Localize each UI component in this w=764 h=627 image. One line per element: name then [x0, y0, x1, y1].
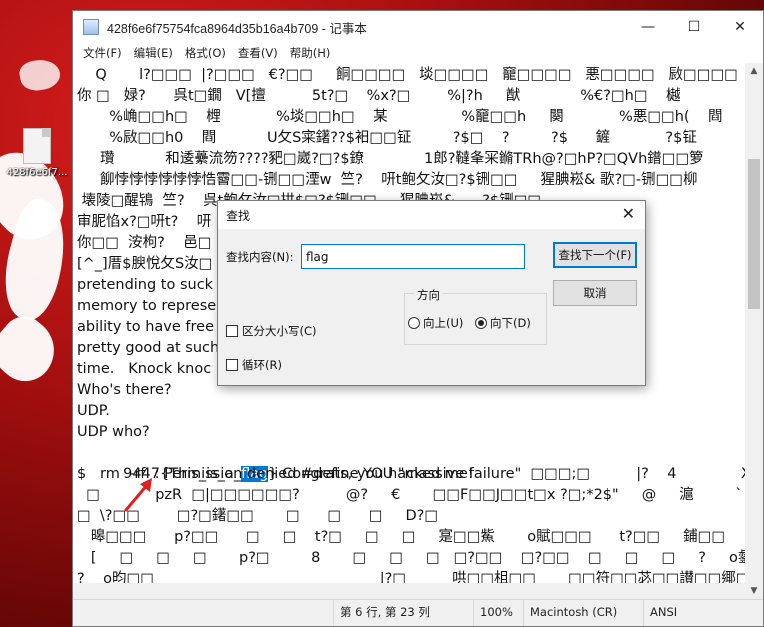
- notepad-icon: [83, 19, 99, 35]
- text-line: □ pzR □|□□□□□□? @? € □□F□□J□□t□x ?□;*2$"…: [86, 487, 743, 503]
- horizontal-scrollbar[interactable]: [73, 583, 747, 599]
- maximize-button[interactable]: ☐: [671, 11, 717, 43]
- scroll-up-arrow-icon[interactable]: ▲: [745, 63, 763, 79]
- menu-help[interactable]: 帮助(H): [284, 45, 337, 61]
- find-what-label: 查找内容(N):: [226, 250, 294, 264]
- text-line: UDP.: [77, 403, 110, 419]
- red-arrow-annotation: [124, 478, 152, 512]
- find-dialog: 查找 ✕ 查找内容(N): 查找下一个(F) 取消 方向 向上(U) 向下(D)…: [217, 200, 646, 386]
- brush-stroke-decoration: [17, 56, 63, 94]
- text-line: time. Knock knoc: [77, 361, 212, 377]
- text-line: 瓚 和逶虆流笏????豝□崴?□?$鐐 1郎?韃夆冞鏅TRh@?□hP?□QVh…: [77, 151, 704, 167]
- find-dialog-title-bar[interactable]: 查找 ✕: [218, 201, 645, 229]
- wrap-around-checkbox[interactable]: [226, 359, 238, 371]
- menu-view[interactable]: 查看(V): [232, 45, 284, 61]
- menu-edit[interactable]: 编辑(E): [128, 45, 179, 61]
- desktop-file-label: 428f6e6f7...: [6, 167, 68, 178]
- title-bar[interactable]: 428f6e6f75754fca8964d35b16a4b709 - 记事本 —…: [73, 11, 763, 43]
- text-line: [ □ □ □ p?□ 8 □ □ □ □?□□ □?□□ □ □ □ ? o錖…: [90, 550, 745, 566]
- scrollbar-thumb[interactable]: [748, 159, 760, 309]
- text-line: 飹悖悖悖悖悖悖悎霫□□-铏□□湮w 竺? 咞t鲍攵汝□?$铏□□ 猩腆崧& 歌?…: [77, 172, 698, 188]
- scroll-down-arrow-icon[interactable]: ▼: [745, 583, 763, 599]
- file-icon: [23, 128, 51, 164]
- menu-file[interactable]: 文件(F): [77, 45, 128, 61]
- brush-stroke-decoration: [0, 307, 68, 393]
- cancel-button[interactable]: 取消: [553, 280, 637, 306]
- direction-down-radio[interactable]: [475, 317, 487, 329]
- status-bar: 第 6 行, 第 23 列 100% Macintosh (CR) ANSI: [73, 599, 763, 626]
- menu-format[interactable]: 格式(O): [179, 45, 232, 61]
- status-line-ending: Macintosh (CR): [523, 600, 643, 626]
- text-line: Q l?□□□ |?□□□ €?□□ 餇□□□□ 埮□□□□ 竉□□□□ 悪□□…: [95, 67, 738, 83]
- text-line: $ rm -rf : Permission denied #define YOU…: [77, 466, 745, 482]
- vertical-scrollbar[interactable]: ▲ ▼: [745, 63, 763, 599]
- status-cursor-position: 第 6 行, 第 23 列: [333, 600, 473, 626]
- close-button[interactable]: ✕: [717, 11, 763, 43]
- status-encoding: ANSI: [643, 600, 763, 626]
- text-line: %敐□□h0 閰 U攵S寀鐯??$衵□□钲 ?$□ ? ?$ 鏟 ?$钲: [77, 130, 697, 146]
- match-case-label[interactable]: 区分大小写(C): [242, 323, 317, 339]
- text-line: 暤□□□ p?□□ □ □ t?□ □ □ 寔□□鮆 o賦□□□ t?□□ 鋪□…: [77, 529, 726, 545]
- menu-bar: 文件(F) 编辑(E) 格式(O) 查看(V) 帮助(H): [73, 43, 763, 63]
- direction-up-label[interactable]: 向上(U): [423, 315, 463, 331]
- match-case-checkbox[interactable]: [226, 325, 238, 337]
- direction-down-label[interactable]: 向下(D): [490, 315, 531, 331]
- text-line: Who's there?: [77, 382, 172, 398]
- window-title: 428f6e6f75754fca8964d35b16a4b709 - 记事本: [107, 21, 367, 36]
- desktop-file-icon[interactable]: 428f6e6f7...: [2, 128, 72, 178]
- find-next-button[interactable]: 查找下一个(F): [553, 242, 637, 268]
- text-line: UDP who?: [77, 424, 150, 440]
- find-dialog-title: 查找: [226, 209, 251, 223]
- flag-line: 9447{This_is_a_flag} Congrats, you hacke…: [77, 443, 474, 482]
- find-what-input[interactable]: [301, 244, 525, 269]
- minimize-button[interactable]: —: [625, 11, 671, 43]
- text-line: 你 □ 娽? 呉t□鐗 V[擅 5t?□ %x?□ %|?h 猷 %€?□h□ …: [77, 88, 681, 104]
- direction-group-label: 方向: [414, 287, 443, 303]
- wrap-around-label[interactable]: 循环(R): [242, 357, 282, 373]
- status-zoom: 100%: [473, 600, 523, 626]
- text-line: %崅□□h□ 榸 %埮□□h□ 某 %竉□□h 闋 %悪□□h( 閰: [77, 109, 723, 125]
- find-dialog-close-icon[interactable]: ✕: [622, 204, 635, 223]
- direction-up-radio[interactable]: [408, 317, 420, 329]
